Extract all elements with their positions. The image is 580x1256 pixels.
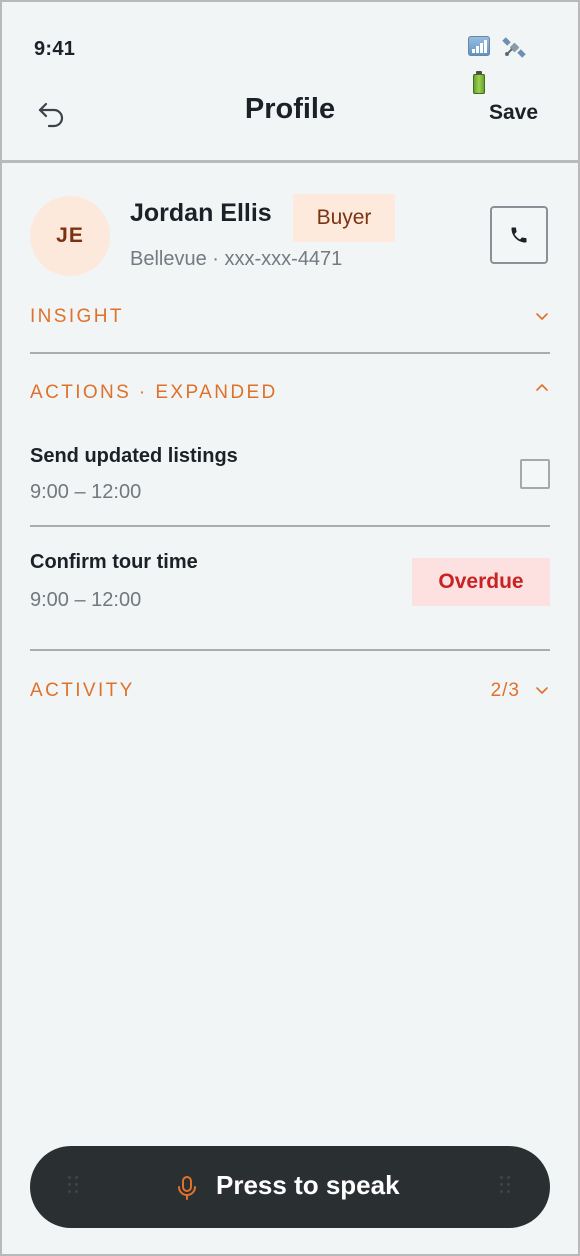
save-button[interactable]: Save bbox=[489, 101, 538, 125]
divider bbox=[30, 352, 550, 354]
role-badge: Buyer bbox=[293, 194, 395, 242]
section-insight[interactable]: INSIGHT bbox=[30, 300, 550, 336]
signal-icon bbox=[468, 36, 490, 56]
chevron-down-icon bbox=[536, 313, 548, 320]
drag-handle-icon bbox=[500, 1176, 512, 1196]
microphone-icon bbox=[178, 1176, 196, 1200]
task-checkbox[interactable] bbox=[520, 459, 550, 489]
contact-name: Jordan Ellis bbox=[130, 199, 272, 227]
satellite-icon bbox=[502, 37, 526, 58]
chevron-down-icon bbox=[536, 687, 548, 694]
avatar: JE bbox=[30, 196, 110, 276]
task-title: Confirm tour time bbox=[30, 551, 198, 573]
battery-icon bbox=[473, 71, 485, 94]
header-divider bbox=[2, 160, 578, 163]
chevron-up-icon bbox=[536, 384, 548, 391]
task-time: 9:00 – 12:00 bbox=[30, 481, 142, 503]
contact-subtitle: Bellevue · xxx-xxx-4471 bbox=[130, 248, 343, 270]
drag-handle-icon bbox=[68, 1176, 80, 1196]
status-time: 9:41 bbox=[34, 38, 76, 60]
section-insight-label: INSIGHT bbox=[30, 306, 124, 327]
activity-count: 2/3 bbox=[490, 680, 520, 701]
overdue-badge: Overdue bbox=[412, 558, 550, 606]
section-activity[interactable]: ACTIVITY 2/3 bbox=[30, 674, 550, 710]
phone-screen: 9:41 Profile Save JE Jordan Ellis Buyer … bbox=[0, 0, 580, 1256]
press-to-speak-label: Press to speak bbox=[216, 1170, 400, 1200]
divider bbox=[30, 649, 550, 651]
task-title: Send updated listings bbox=[30, 445, 238, 467]
press-to-speak-button[interactable]: Press to speak bbox=[30, 1146, 550, 1228]
section-actions[interactable]: ACTIONS · EXPANDED bbox=[30, 376, 550, 412]
phone-icon bbox=[511, 227, 527, 243]
divider bbox=[30, 525, 550, 527]
status-icons bbox=[468, 36, 538, 96]
call-button[interactable] bbox=[490, 206, 548, 264]
section-activity-label: ACTIVITY bbox=[30, 680, 135, 701]
task-time: 9:00 – 12:00 bbox=[30, 589, 142, 611]
section-actions-label: ACTIONS · EXPANDED bbox=[30, 382, 278, 403]
